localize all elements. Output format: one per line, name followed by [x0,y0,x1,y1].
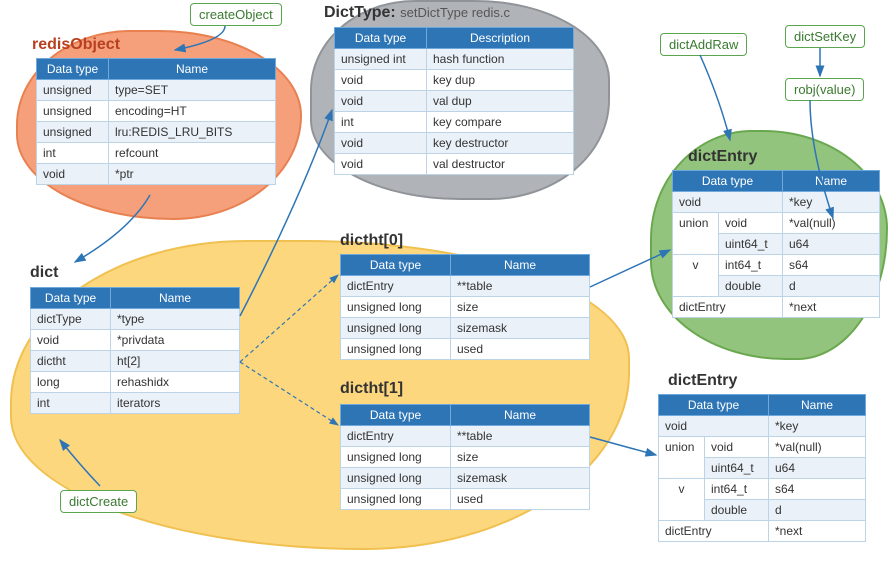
title-dictentry1: dictEntry [688,148,757,166]
title-dicttype: DictType: setDictType redis.c [324,4,510,22]
table-dictentry2: Data typeName void*key unionvoid*val(nul… [658,394,866,542]
table-dict: Data typeName dictType*type void*privdat… [30,287,240,414]
table-dictht0: Data typeName dictEntry**table unsigned … [340,254,590,360]
title-redisobject: redisObject [32,36,120,54]
label-dictaddraw: dictAddRaw [660,33,747,56]
table-dicttype: Data typeDescription unsigned inthash fu… [334,27,574,175]
label-robjvalue: robj(value) [785,78,864,101]
label-createobject: createObject [190,3,282,26]
label-dictsetkey: dictSetKey [785,25,865,48]
title-dictentry2: dictEntry [668,372,737,390]
title-dict: dict [30,264,58,282]
label-dictcreate: dictCreate [60,490,137,513]
title-dictht1: dictht[1] [340,380,403,398]
title-dictht0: dictht[0] [340,232,403,250]
table-dictht1: Data typeName dictEntry**table unsigned … [340,404,590,510]
table-dictentry1: Data typeName void*key unionvoid*val(nul… [672,170,880,318]
table-redisobject: Data typeName unsignedtype=SET unsignede… [36,58,276,185]
